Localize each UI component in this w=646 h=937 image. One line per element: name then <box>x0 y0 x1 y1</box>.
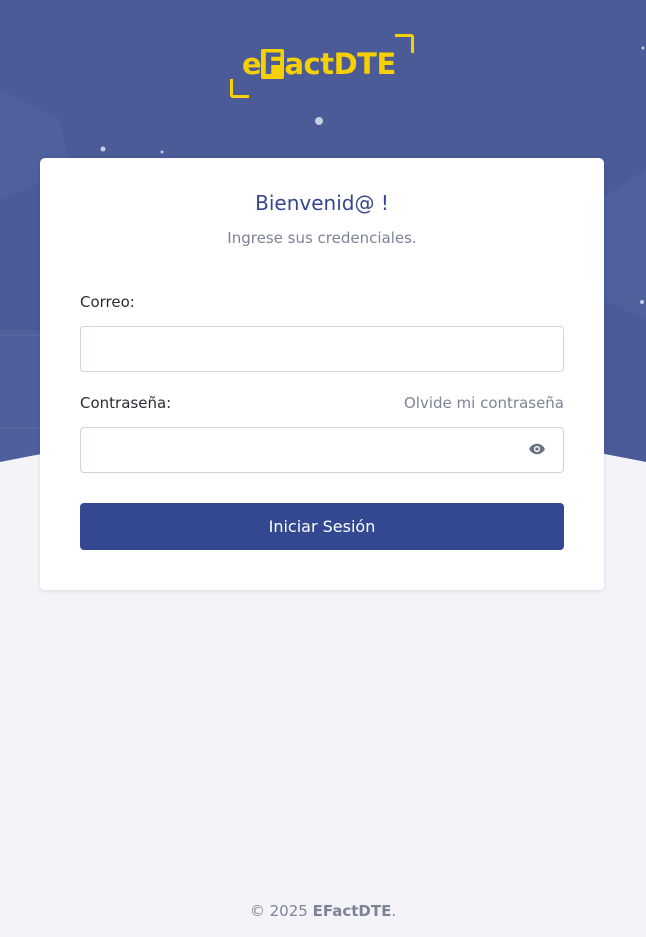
login-title: Bienvenid@ ! <box>255 191 389 215</box>
forgot-password-link[interactable]: Olvide mi contraseña <box>404 394 564 412</box>
footer-brand: EFactDTE <box>312 902 392 920</box>
footer-copyright: © 2025 <box>249 902 308 920</box>
logo-prefix: e <box>242 47 262 81</box>
login-card: Bienvenid@ ! Ingrese sus credenciales. C… <box>40 158 604 590</box>
email-field[interactable] <box>80 326 564 372</box>
logo-corner-top-right <box>395 34 414 53</box>
password-label: Contraseña: <box>80 394 172 412</box>
eye-icon[interactable] <box>528 440 546 458</box>
login-button[interactable]: Iniciar Sesión <box>80 503 564 550</box>
login-subtitle: Ingrese sus credenciales. <box>227 229 417 247</box>
email-label: Correo: <box>80 293 135 311</box>
logo-boxed-letter: F <box>261 47 285 81</box>
logo-corner-bottom-left <box>230 79 249 98</box>
logo-text: eFactDTE <box>242 47 396 81</box>
brand-logo: eFactDTE <box>230 34 416 98</box>
footer-end: . <box>391 902 397 920</box>
logo-suffix: actDTE <box>284 47 396 81</box>
footer: © 2025 EFactDTE. <box>0 902 646 920</box>
password-field[interactable] <box>80 427 564 473</box>
